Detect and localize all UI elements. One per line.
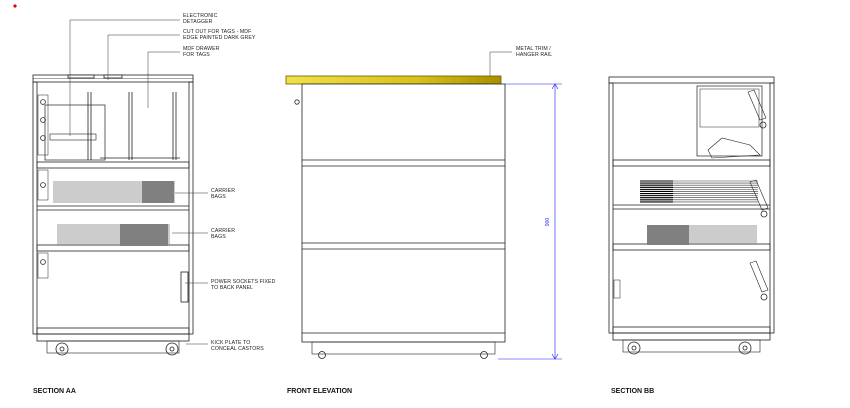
title-section-bb: SECTION BB [611, 388, 654, 395]
label-carrier-bags-1-line2: BAGS [211, 194, 226, 200]
carrier-bags-stack [53, 181, 175, 203]
carrier-bags-stack [57, 224, 170, 246]
dimension-line [498, 83, 562, 360]
section-bb-drawing [608, 76, 775, 355]
label-electronic-detagger-line2: DETAGGER [183, 19, 213, 25]
carrier-bags-stack [647, 225, 757, 245]
label-mdf-drawer-line2: FOR TAGS [183, 52, 210, 58]
label-metal-trim-line2: HANGER RAIL [516, 52, 552, 58]
metal-trim-hanger-rail [285, 75, 502, 85]
red-marker-dot [13, 4, 17, 8]
section-aa-drawing [32, 74, 194, 356]
front-elevation-drawing [285, 75, 506, 359]
drawing-sheet: ELECTRONIC DETAGGER CUT OUT FOR TAGS - M… [0, 0, 850, 403]
dimension-value: 900 [545, 218, 551, 227]
carrier-bags-stack [640, 180, 758, 203]
technical-drawing: ELECTRONIC DETAGGER CUT OUT FOR TAGS - M… [13, 4, 775, 395]
title-section-aa: SECTION AA [33, 388, 76, 395]
title-front-elevation: FRONT ELEVATION [287, 388, 352, 395]
label-kick-plate-line2: CONCEAL CASTORS [211, 346, 264, 352]
label-power-sockets-line2: TO BACK PANEL [211, 285, 253, 291]
label-carrier-bags-2-line2: BAGS [211, 234, 226, 240]
label-cut-out-line2: EDGE PAINTED DARK GREY [183, 35, 256, 41]
